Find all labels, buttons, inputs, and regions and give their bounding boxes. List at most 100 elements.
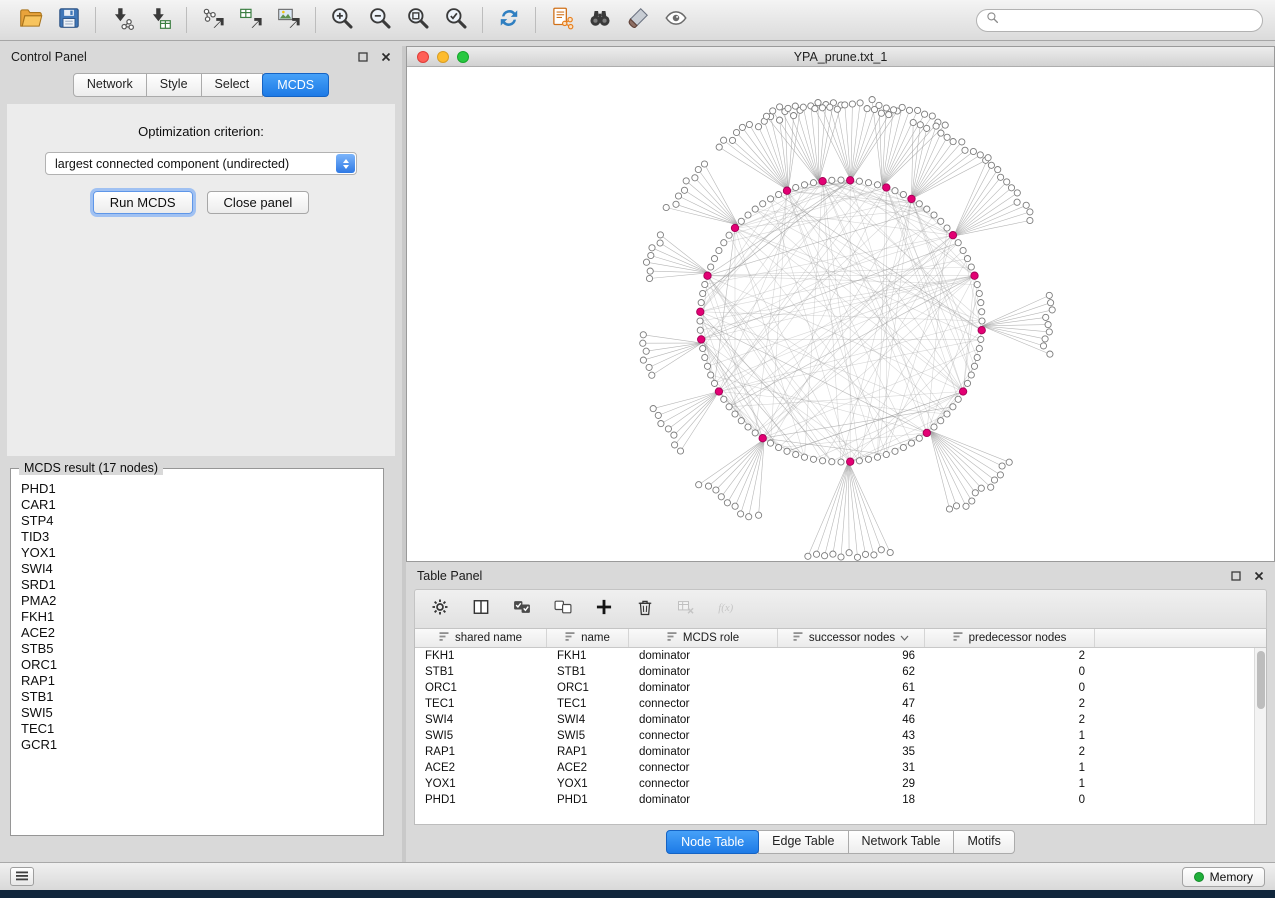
float-control-panel-button[interactable] (358, 52, 368, 62)
cell-shared-name: YOX1 (415, 778, 547, 790)
status-menu-button[interactable] (10, 867, 34, 886)
table-scrollbar[interactable] (1254, 648, 1266, 824)
zoom-out-button[interactable] (361, 4, 399, 36)
memory-button[interactable]: Memory (1182, 867, 1265, 887)
export-network-button[interactable] (194, 4, 232, 36)
table-tab-edge-table[interactable]: Edge Table (758, 830, 848, 854)
table-row[interactable]: TEC1TEC1connector472 (415, 696, 1254, 712)
table-row[interactable]: SWI5SWI5connector431 (415, 728, 1254, 744)
mcds-result-item[interactable]: ACE2 (21, 625, 378, 641)
column-header-successor-nodes[interactable]: successor nodes (778, 629, 925, 647)
table-row[interactable]: ORC1ORC1dominator610 (415, 680, 1254, 696)
mcds-result-item[interactable]: YOX1 (21, 545, 378, 561)
mcds-result-item[interactable]: GCR1 (21, 737, 378, 753)
close-mcds-panel-button[interactable]: Close panel (207, 191, 310, 214)
close-control-panel-button[interactable] (381, 52, 391, 62)
mcds-result-item[interactable]: SWI4 (21, 561, 378, 577)
binoculars-button[interactable] (581, 4, 619, 36)
wand-button[interactable] (619, 4, 657, 36)
mcds-result-item[interactable]: RAP1 (21, 673, 378, 689)
import-network-button[interactable] (103, 4, 141, 36)
network-canvas[interactable] (407, 67, 1274, 561)
float-table-panel-button[interactable] (1231, 571, 1241, 581)
mcds-result-item[interactable]: FKH1 (21, 609, 378, 625)
run-mcds-button[interactable]: Run MCDS (93, 191, 193, 214)
tab-mcds[interactable]: MCDS (262, 73, 329, 97)
maximize-window-button[interactable] (457, 51, 469, 63)
add-column-button[interactable] (592, 597, 616, 621)
close-table-panel-button[interactable] (1254, 571, 1264, 581)
mcds-result-item[interactable]: STB5 (21, 641, 378, 657)
gear-button[interactable] (428, 597, 452, 621)
cell-name: ORC1 (547, 682, 629, 694)
mcds-result-item[interactable]: PHD1 (21, 481, 378, 497)
column-header-shared-name[interactable]: shared name (415, 629, 547, 647)
cell-mcds-role: connector (629, 698, 778, 710)
table-row[interactable]: SWI4SWI4dominator462 (415, 712, 1254, 728)
table-row[interactable]: YOX1YOX1connector291 (415, 776, 1254, 792)
tab-network[interactable]: Network (73, 73, 147, 97)
sort-chevron-icon (900, 632, 909, 644)
control-panel-header: Control Panel (0, 46, 402, 68)
mcds-result-item[interactable]: TEC1 (21, 721, 378, 737)
zoom-selected-button[interactable] (437, 4, 475, 36)
cell-shared-name: TEC1 (415, 698, 547, 710)
close-window-button[interactable] (417, 51, 429, 63)
toolbar-separator (482, 7, 483, 33)
table-tab-motifs[interactable]: Motifs (953, 830, 1014, 854)
refresh-button[interactable] (490, 4, 528, 36)
mcds-result-item[interactable]: STP4 (21, 513, 378, 529)
mcds-result-item[interactable]: PMA2 (21, 593, 378, 609)
cell-name: PHD1 (547, 794, 629, 806)
optimization-criterion-label: Optimization criterion: (7, 124, 395, 139)
column-header-name[interactable]: name (547, 629, 629, 647)
delete-column-button[interactable] (633, 597, 657, 621)
table-tab-network-table[interactable]: Network Table (848, 830, 955, 854)
deselect-all-button[interactable] (551, 597, 575, 621)
search-input[interactable] (1004, 13, 1253, 27)
columns-button[interactable] (469, 597, 493, 621)
binoculars-icon (587, 5, 613, 36)
table-row[interactable]: ACE2ACE2connector311 (415, 760, 1254, 776)
mcds-result-item[interactable]: CAR1 (21, 497, 378, 513)
select-all-button[interactable] (510, 597, 534, 621)
mcds-result-title: MCDS result (17 nodes) (19, 461, 163, 475)
export-image-button[interactable] (270, 4, 308, 36)
network-window-titlebar[interactable]: YPA_prune.txt_1 (407, 47, 1274, 67)
mcds-result-item[interactable]: SWI5 (21, 705, 378, 721)
mcds-result-item[interactable]: SRD1 (21, 577, 378, 593)
tab-style[interactable]: Style (146, 73, 202, 97)
network-file-button[interactable] (543, 4, 581, 36)
optimization-criterion-select[interactable]: largest connected component (undirected) (45, 152, 357, 175)
tab-select[interactable]: Select (201, 73, 264, 97)
column-header-predecessor-nodes[interactable]: predecessor nodes (925, 629, 1095, 647)
cell-name: FKH1 (547, 650, 629, 662)
eye-button[interactable] (657, 4, 695, 36)
cell-successor-nodes: 47 (778, 698, 925, 710)
cell-predecessor-nodes: 2 (925, 650, 1095, 662)
cell-predecessor-nodes: 1 (925, 778, 1095, 790)
zoom-in-button[interactable] (323, 4, 361, 36)
table-row[interactable]: PHD1PHD1dominator180 (415, 792, 1254, 808)
table-row[interactable]: FKH1FKH1dominator962 (415, 648, 1254, 664)
import-table-button[interactable] (141, 4, 179, 36)
memory-status-icon (1194, 872, 1204, 882)
cell-successor-nodes: 35 (778, 746, 925, 758)
table-row[interactable]: RAP1RAP1dominator352 (415, 744, 1254, 760)
cell-mcds-role: dominator (629, 714, 778, 726)
zoom-fit-button[interactable] (399, 4, 437, 36)
export-table-button[interactable] (232, 4, 270, 36)
table-row[interactable]: STB1STB1dominator620 (415, 664, 1254, 680)
search-box[interactable] (976, 9, 1263, 32)
table-tab-node-table[interactable]: Node Table (666, 830, 759, 854)
save-session-button[interactable] (50, 4, 88, 36)
mcds-result-item[interactable]: ORC1 (21, 657, 378, 673)
cell-name: TEC1 (547, 698, 629, 710)
open-session-button[interactable] (12, 4, 50, 36)
mcds-result-item[interactable]: TID3 (21, 529, 378, 545)
mcds-result-item[interactable]: STB1 (21, 689, 378, 705)
column-header-mcds-role[interactable]: MCDS role (629, 629, 778, 647)
cell-successor-nodes: 62 (778, 666, 925, 678)
minimize-window-button[interactable] (437, 51, 449, 63)
table-scrollbar-thumb[interactable] (1257, 651, 1265, 709)
